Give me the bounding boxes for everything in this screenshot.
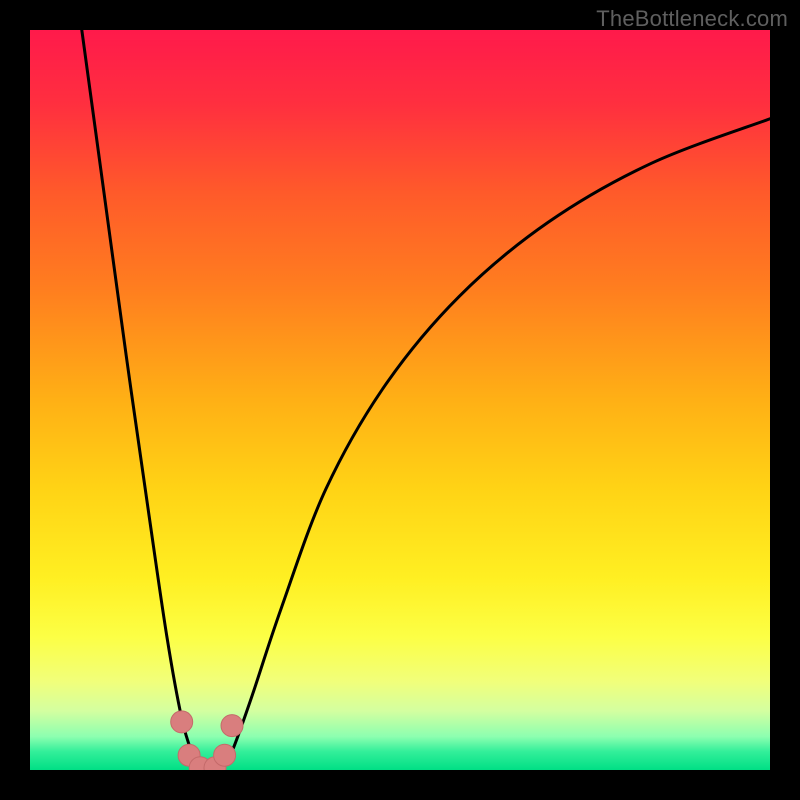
- curve-left: [82, 30, 200, 770]
- valley-5-marker: [214, 744, 236, 766]
- valley-6-marker: [221, 715, 243, 737]
- curves-layer: [30, 30, 770, 770]
- valley-1-marker: [171, 711, 193, 733]
- chart-frame: TheBottleneck.com: [0, 0, 800, 800]
- watermark-text: TheBottleneck.com: [596, 6, 788, 32]
- valley-markers: [171, 711, 243, 770]
- curve-right: [222, 119, 770, 770]
- plot-area: [30, 30, 770, 770]
